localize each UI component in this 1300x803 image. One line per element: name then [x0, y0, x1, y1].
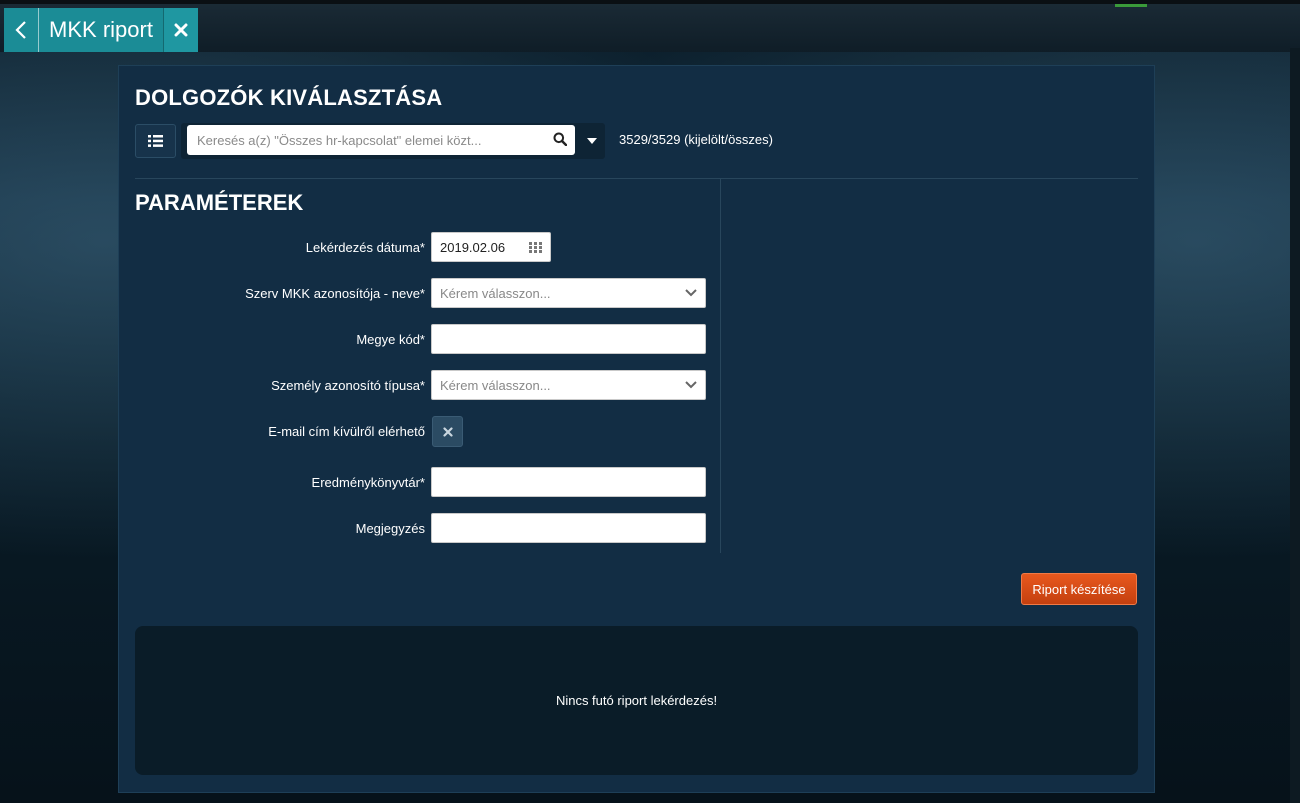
note-row: Megjegyzés: [119, 513, 709, 545]
result-message: Nincs futó riport lekérdezés!: [555, 693, 718, 708]
resultdir-row: Eredménykönyvtár*: [119, 467, 709, 499]
params-heading: PARAMÉTEREK: [135, 190, 304, 215]
org-row: Szerv MKK azonosítója - neve* Kérem vála…: [119, 278, 709, 310]
date-value: 2019.02.06: [440, 239, 506, 255]
idtype-label: Személy azonosító típusa*: [271, 378, 425, 393]
list-button[interactable]: [135, 124, 176, 158]
note-label: Megjegyzés: [355, 521, 425, 536]
main-panel: DOLGOZÓK KIVÁLASZTÁSA 3529/3529 (kijelöl…: [118, 65, 1155, 793]
chevron-down-icon: [685, 289, 697, 297]
search-input[interactable]: [187, 125, 575, 155]
resultdir-label: Eredménykönyvtár*: [311, 475, 425, 490]
selection-count: 3529/3529 (kijelölt/összes): [619, 132, 773, 147]
back-button[interactable]: [4, 8, 39, 52]
county-row: Megye kód*: [119, 324, 709, 356]
scrollbar[interactable]: [1290, 48, 1300, 803]
divider: [135, 178, 1138, 179]
email-toggle[interactable]: [432, 416, 463, 447]
caret-down-icon: [587, 138, 597, 144]
status-indicator: [1115, 4, 1147, 7]
county-input[interactable]: [431, 324, 706, 354]
email-row: E-mail cím kívülről elérhető: [119, 416, 709, 448]
calendar-icon[interactable]: [529, 242, 543, 253]
email-label: E-mail cím kívülről elérhető: [268, 424, 425, 439]
note-input[interactable]: [431, 513, 706, 543]
date-field[interactable]: 2019.02.06: [431, 232, 551, 262]
search-icon[interactable]: [553, 132, 567, 146]
resultdir-input[interactable]: [431, 467, 706, 497]
idtype-select[interactable]: Kérem válasszon...: [431, 370, 706, 400]
date-label: Lekérdezés dátuma*: [305, 240, 425, 255]
org-select[interactable]: Kérem válasszon...: [431, 278, 706, 308]
vertical-divider: [720, 179, 721, 553]
date-row: Lekérdezés dátuma* 2019.02.06: [119, 232, 709, 264]
idtype-row: Személy azonosító típusa* Kérem válasszo…: [119, 370, 709, 402]
selection-heading: DOLGOZÓK KIVÁLASZTÁSA: [135, 85, 443, 110]
chevron-left-icon: [15, 21, 26, 39]
top-bar: MKK riport: [0, 0, 1300, 52]
x-icon: [442, 426, 453, 437]
org-label: Szerv MKK azonosítója - neve*: [245, 286, 425, 301]
tab-title: MKK riport: [39, 8, 164, 52]
org-placeholder: Kérem válasszon...: [440, 285, 551, 301]
county-label: Megye kód*: [356, 332, 425, 347]
idtype-placeholder: Kérem válasszon...: [440, 377, 551, 393]
list-icon: [148, 135, 163, 147]
result-box: Nincs futó riport lekérdezés!: [135, 626, 1138, 775]
close-tab-button[interactable]: [164, 8, 198, 52]
close-icon: [174, 23, 188, 37]
search-wrapper: [181, 123, 605, 159]
create-report-button[interactable]: Riport készítése: [1021, 573, 1137, 605]
chevron-down-icon: [685, 381, 697, 389]
search-dropdown-button[interactable]: [579, 123, 605, 159]
report-tab[interactable]: MKK riport: [4, 8, 198, 52]
